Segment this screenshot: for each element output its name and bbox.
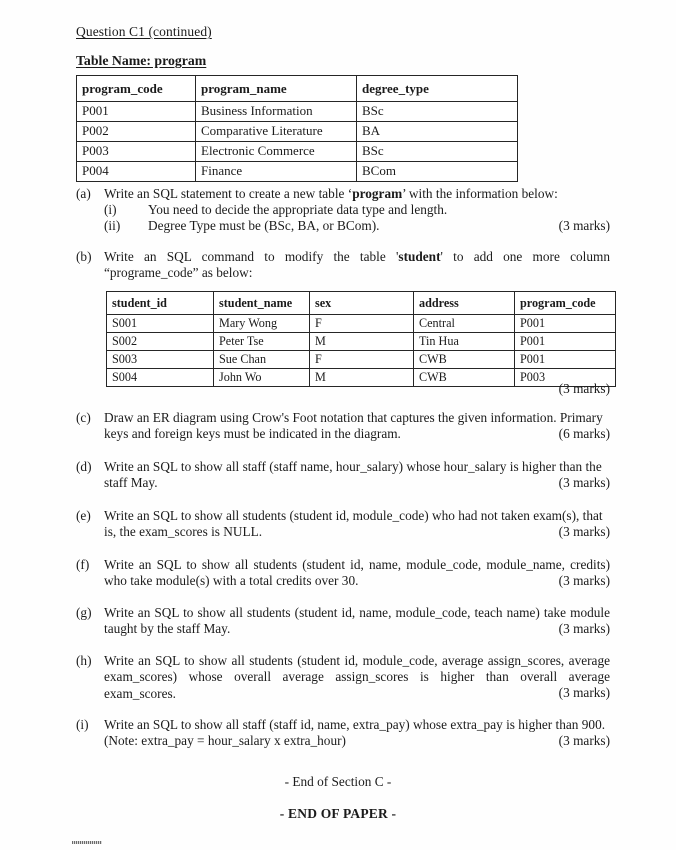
cell-student-id: S003: [106, 350, 214, 369]
table-header-row: student_id student_name sex address prog…: [106, 291, 616, 315]
student-table: student_id student_name sex address prog…: [106, 291, 616, 387]
cell-program-name: Comparative Literature: [195, 121, 357, 142]
cell-program-code: P001: [76, 101, 196, 122]
marks-d: (3 marks): [558, 475, 610, 490]
cell-program-code: P001: [514, 314, 616, 333]
table-row: P003 Electronic Commerce BSc: [76, 141, 518, 162]
column-header-program-code: program_code: [76, 75, 196, 102]
cell-degree-type: BSc: [356, 141, 518, 162]
marks-e: (3 marks): [558, 524, 610, 539]
cell-degree-type: BSc: [356, 101, 518, 122]
question-item-i: (i) Write an SQL to show all staff (staf…: [76, 717, 610, 733]
item-label-h: (h): [76, 653, 92, 668]
table-row: P002 Comparative Literature BA: [76, 121, 518, 142]
cell-address: Tin Hua: [413, 332, 515, 351]
sub-item-a-i: (i) You need to decide the appropriate d…: [104, 202, 610, 218]
item-label-b: (b): [76, 249, 92, 264]
cell-program-name: Finance: [195, 161, 357, 182]
cell-program-code: P001: [514, 332, 616, 351]
table-row: S001 Mary Wong F Central P001: [106, 314, 616, 333]
column-header-address: address: [413, 291, 515, 315]
item-label-e: (e): [76, 508, 91, 523]
column-header-degree-type: degree_type: [356, 75, 518, 102]
cell-degree-type: BA: [356, 121, 518, 142]
page-title: Question C1 (continued): [76, 24, 212, 39]
item-label-g: (g): [76, 605, 92, 620]
exam-page: Question C1 (continued) Table Name: prog…: [0, 0, 676, 850]
cell-student-id: S001: [106, 314, 214, 333]
item-text-b: Write an SQL command to modify the table…: [104, 249, 610, 282]
item-label-f: (f): [76, 557, 90, 572]
item-text-a: Write an SQL statement to create a new t…: [104, 186, 610, 202]
item-label-d: (d): [76, 459, 92, 474]
cell-student-id: S002: [106, 332, 214, 351]
item-label-a: (a): [76, 186, 91, 201]
cell-program-name: Electronic Commerce: [195, 141, 357, 162]
cell-program-code: P002: [76, 121, 196, 142]
cell-program-code: P004: [76, 161, 196, 182]
question-item-a: (a) Write an SQL statement to create a n…: [76, 186, 610, 202]
marks-a: (3 marks): [558, 218, 610, 233]
table-name-heading: Table Name: program: [76, 53, 207, 68]
table-header-row: program_code program_name degree_type: [76, 75, 518, 102]
cell-student-name: Sue Chan: [213, 350, 310, 369]
column-header-student-id: student_id: [106, 291, 214, 315]
cell-degree-type: BCom: [356, 161, 518, 182]
cell-program-code: P003: [76, 141, 196, 162]
end-of-section-label: - End of Section C -: [284, 774, 392, 789]
marks-i: (3 marks): [558, 733, 610, 748]
cell-student-name: Mary Wong: [213, 314, 310, 333]
marks-f: (3 marks): [558, 573, 610, 588]
marks-b: (3 marks): [558, 381, 610, 396]
cell-sex: F: [309, 350, 414, 369]
program-table: program_code program_name degree_type P0…: [76, 75, 518, 182]
item-a-text-part2: ’ with the information below:: [402, 186, 558, 201]
item-b-text-part1: Write an SQL command to modify the table…: [104, 249, 399, 264]
column-header-program-name: program_name: [195, 75, 357, 102]
marks-g: (3 marks): [558, 621, 610, 636]
item-b-bold-term: student: [398, 249, 441, 264]
item-a-bold-term: program: [352, 186, 403, 201]
cell-student-name: Peter Tse: [213, 332, 310, 351]
table-row: P004 Finance BCom: [76, 161, 518, 182]
item-a-text-part1: Write an SQL statement to create a new t…: [104, 186, 353, 201]
table-row: P001 Business Information BSc: [76, 101, 518, 122]
end-of-paper-label: - END OF PAPER -: [279, 806, 397, 821]
cell-program-code: P001: [514, 350, 616, 369]
column-header-program-code: program_code: [514, 291, 616, 315]
cell-address: CWB: [413, 350, 515, 369]
table-row: S002 Peter Tse M Tin Hua P001: [106, 332, 616, 351]
item-label-c: (c): [76, 410, 91, 425]
column-header-sex: sex: [309, 291, 414, 315]
scan-artifact-mark: [72, 841, 102, 844]
sub-item-number-i: (i): [104, 202, 117, 217]
table-row: S003 Sue Chan F CWB P001: [106, 350, 616, 369]
item-label-i: (i): [76, 717, 89, 732]
marks-c: (6 marks): [558, 426, 610, 441]
sub-item-text-i: You need to decide the appropriate data …: [148, 202, 448, 217]
item-text-i: Write an SQL to show all staff (staff id…: [104, 717, 606, 732]
cell-sex: M: [309, 332, 414, 351]
cell-program-name: Business Information: [195, 101, 357, 122]
cell-sex: F: [309, 314, 414, 333]
column-header-student-name: student_name: [213, 291, 310, 315]
cell-address: Central: [413, 314, 515, 333]
marks-h: (3 marks): [558, 685, 610, 700]
question-item-b: (b) Write an SQL command to modify the t…: [76, 249, 610, 282]
